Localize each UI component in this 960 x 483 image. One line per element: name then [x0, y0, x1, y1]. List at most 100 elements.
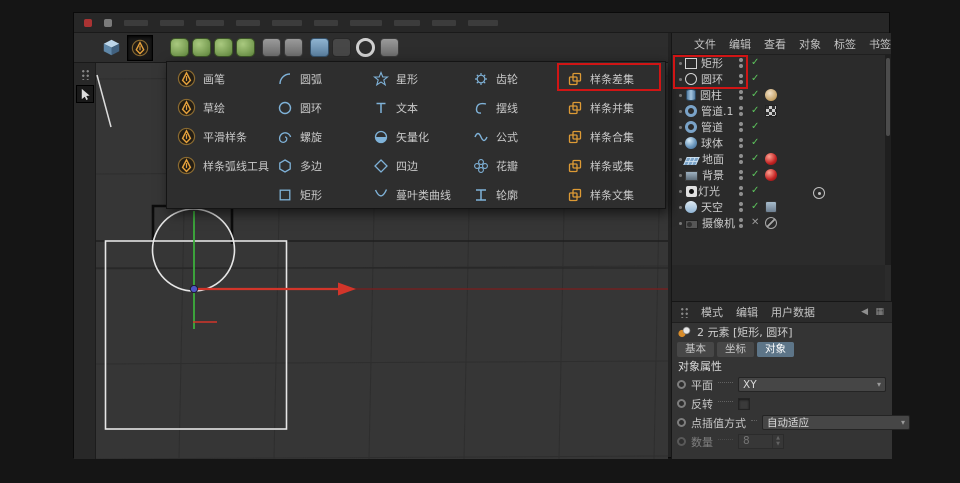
cube-icon[interactable] — [102, 38, 121, 57]
am-menu-mode[interactable]: 模式 — [701, 304, 723, 320]
menu-item-text[interactable]: 文本 — [369, 93, 468, 122]
om-menu-edit[interactable]: 编辑 — [729, 36, 751, 52]
visibility-dots[interactable] — [739, 106, 743, 116]
menu-item-spline-intersect[interactable]: 样条文集 — [563, 180, 663, 209]
object-row-camera[interactable]: 摄像机 ✕ — [672, 215, 885, 231]
visibility-dots[interactable] — [739, 202, 743, 212]
checker-texture-tag[interactable] — [765, 105, 777, 117]
toolbar-icon-dark-tool[interactable] — [332, 38, 351, 57]
menu-item-foursided[interactable]: 四边 — [369, 151, 468, 180]
panel-options-icon[interactable]: ▦ — [875, 307, 884, 317]
toolbar-icon-primitive-3[interactable] — [214, 38, 233, 57]
visibility-dots[interactable] — [739, 74, 743, 84]
enable-check-icon[interactable]: ✓ — [751, 88, 759, 102]
visibility-dots[interactable] — [739, 90, 743, 100]
menu-item-blurred[interactable] — [350, 20, 382, 26]
object-row-sphere[interactable]: 球体 ✓ — [672, 135, 885, 151]
om-menu-file[interactable]: 文件 — [694, 36, 716, 52]
expander-dot[interactable] — [676, 222, 685, 225]
menu-item-blurred[interactable] — [160, 20, 184, 26]
object-row-background[interactable]: 背景 ✓ — [672, 167, 885, 183]
enable-check-icon[interactable]: ✓ — [751, 72, 759, 86]
visibility-dots[interactable] — [739, 58, 743, 68]
object-row-floor[interactable]: 地面 ✓ — [672, 151, 885, 167]
expander-dot[interactable] — [676, 174, 685, 177]
expander-dot[interactable] — [676, 126, 685, 129]
menu-item-cycloid[interactable]: 摆线 — [469, 93, 561, 122]
menu-item-rectangle[interactable]: 矩形 — [273, 180, 367, 209]
menu-item-helix[interactable]: 螺旋 — [273, 122, 367, 151]
tab-object[interactable]: 对象 — [757, 342, 794, 357]
reverse-checkbox[interactable] — [738, 398, 750, 410]
menu-item-spline-difference[interactable]: 样条差集 — [563, 64, 663, 93]
enable-check-icon[interactable]: ✓ — [751, 168, 759, 182]
toolbar-icon-cloth[interactable] — [310, 38, 329, 57]
am-menu-edit[interactable]: 编辑 — [736, 304, 758, 320]
stepper-arrows[interactable]: ▲▼ — [772, 435, 783, 448]
menu-item-cissoid[interactable]: 蔓叶类曲线 — [369, 180, 468, 209]
enable-check-icon[interactable]: ✓ — [751, 120, 759, 134]
toolbar-icon-ring-tool[interactable] — [356, 38, 375, 57]
menu-item-blurred[interactable] — [394, 20, 420, 26]
visibility-dots[interactable] — [739, 122, 743, 132]
object-row-tube[interactable]: 管道 ✓ — [672, 119, 885, 135]
visibility-dots[interactable] — [739, 154, 743, 164]
expander-dot[interactable] — [676, 206, 685, 209]
menu-item-blurred[interactable] — [124, 20, 148, 26]
keyframe-circle-icon[interactable] — [677, 418, 686, 427]
x-axis-arrowhead[interactable] — [338, 283, 356, 296]
sky-texture-tag[interactable] — [765, 201, 777, 213]
origin-handle[interactable] — [190, 285, 197, 292]
menu-item-circle[interactable]: 圆环 — [273, 93, 367, 122]
disable-cross-icon[interactable]: ✕ — [751, 216, 759, 230]
keyframe-circle-icon[interactable] — [677, 380, 686, 389]
menu-item-spline-and[interactable]: 样条合集 — [563, 122, 663, 151]
object-row-light[interactable]: 灯光 ✓ — [672, 183, 885, 199]
cursor-tool-button[interactable] — [76, 85, 94, 103]
interpolation-dropdown[interactable]: 自动适应 ▾ — [762, 415, 910, 430]
enable-check-icon[interactable]: ✓ — [751, 104, 759, 118]
enable-check-icon[interactable]: ✓ — [751, 56, 759, 70]
object-row-circle[interactable]: 圆环 ✓ — [672, 71, 885, 87]
expander-dot[interactable] — [676, 190, 685, 193]
toolbar-icon-primitive-2[interactable] — [192, 38, 211, 57]
red-material-tag[interactable] — [765, 169, 777, 181]
toolbar-icon-gray-tool[interactable] — [380, 38, 399, 57]
tab-basic[interactable]: 基本 — [677, 342, 714, 357]
am-menu-userdata[interactable]: 用户数据 — [771, 304, 815, 320]
panel-handle-icon[interactable] — [679, 306, 688, 318]
menu-item-flower[interactable]: 花瓣 — [469, 151, 561, 180]
visibility-dots[interactable] — [739, 218, 743, 228]
menu-item-blurred[interactable] — [236, 20, 260, 26]
menu-item-spline-union[interactable]: 样条并集 — [563, 93, 663, 122]
expander-dot[interactable] — [676, 62, 685, 65]
om-menu-view[interactable]: 查看 — [764, 36, 786, 52]
menu-item-arc[interactable]: 圆弧 — [273, 64, 367, 93]
expander-dot[interactable] — [676, 142, 685, 145]
expander-dot[interactable] — [676, 94, 685, 97]
om-menu-object[interactable]: 对象 — [799, 36, 821, 52]
menu-item-pen[interactable]: 画笔 — [173, 64, 269, 93]
menu-item-star[interactable]: 星形 — [369, 64, 468, 93]
expander-dot[interactable] — [676, 78, 685, 81]
count-stepper[interactable]: 8 ▲▼ — [738, 434, 784, 449]
object-row-sky[interactable]: 天空 ✓ — [672, 199, 885, 215]
toolbar-icon-primitive-1[interactable] — [170, 38, 189, 57]
object-row-tube-1[interactable]: 管道.1 ✓ — [672, 103, 885, 119]
toolbar-icon-primitive-4[interactable] — [236, 38, 255, 57]
menu-item-ngon[interactable]: 多边 — [273, 151, 367, 180]
om-menu-bookmarks[interactable]: 书签 — [869, 36, 891, 52]
phong-tag[interactable] — [765, 89, 777, 101]
enable-check-icon[interactable]: ✓ — [751, 200, 759, 214]
spline-pen-tool-button[interactable] — [127, 35, 153, 61]
expander-dot[interactable] — [676, 158, 685, 161]
om-menu-tags[interactable]: 标签 — [834, 36, 856, 52]
section-object-properties[interactable]: 对象属性 — [672, 358, 892, 375]
history-back-icon[interactable]: ◀ — [861, 307, 868, 317]
tab-coordinates[interactable]: 坐标 — [717, 342, 754, 357]
menu-item-blurred[interactable] — [432, 20, 456, 26]
visibility-dots[interactable] — [739, 138, 743, 148]
menu-item-spline-or[interactable]: 样条或集 — [563, 151, 663, 180]
menu-item-sketch[interactable]: 草绘 — [173, 93, 269, 122]
object-row-cylinder[interactable]: 圆柱 ✓ — [672, 87, 885, 103]
